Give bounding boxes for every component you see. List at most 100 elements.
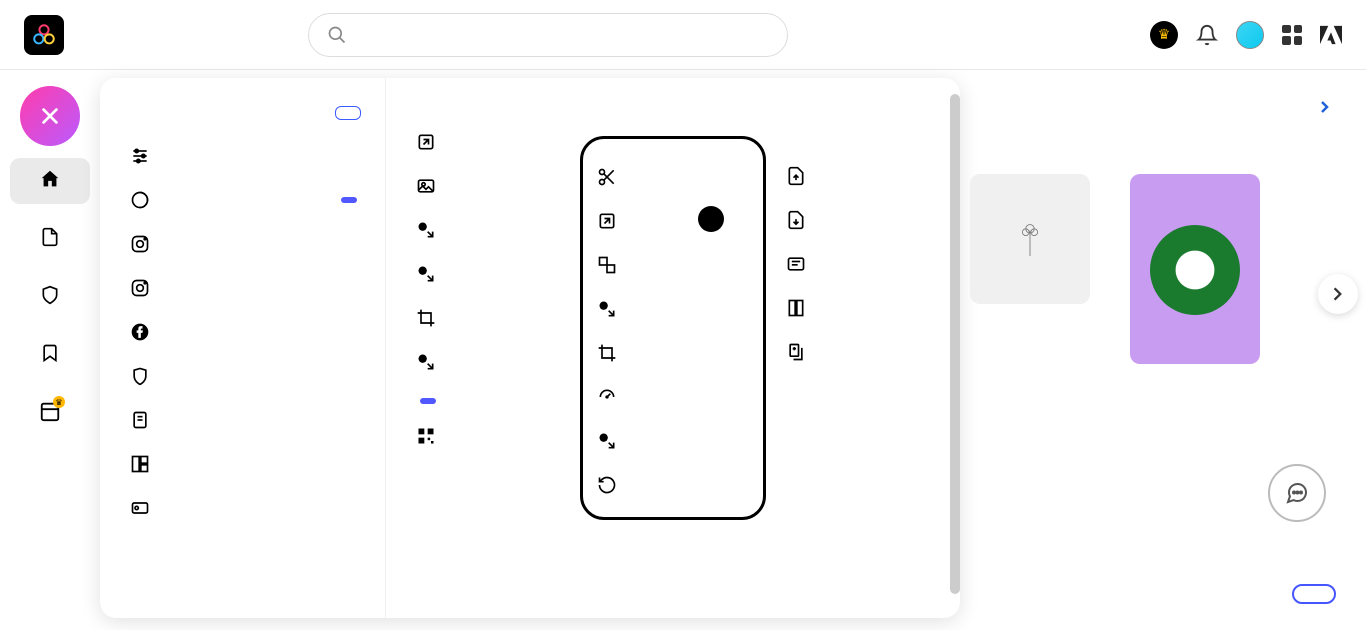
qa-edit-text-images[interactable] [780,242,936,286]
qa-change-speed[interactable] [591,375,755,419]
qa-reverse-video[interactable] [591,463,755,507]
pdf-icon [784,208,808,232]
crop-icon [414,306,438,330]
feedback-button[interactable] [1268,464,1326,522]
get-started-button[interactable] [1292,584,1336,604]
qa-organize-pages[interactable] [780,286,936,330]
adobe-icon[interactable] [1320,25,1342,45]
new-badge [341,197,357,203]
qa-convert-mp4[interactable] [591,419,755,463]
search-bar[interactable] [308,13,788,57]
page-icon [128,408,152,432]
shield-icon [40,284,60,306]
browse-section [970,100,1354,378]
item-logo[interactable] [124,354,361,398]
close-button[interactable] [20,86,80,146]
resize-icon [595,209,619,233]
flyer-thumbnail [1130,174,1260,364]
item-flyer[interactable] [124,398,361,442]
image-icon [414,174,438,198]
speed-icon [595,385,619,409]
qa-merge-videos[interactable] [591,243,755,287]
facebook-icon [128,320,152,344]
qr-icon [414,424,438,448]
qa-convert-gif[interactable] [591,287,755,331]
close-icon [39,105,61,127]
qa-convert-png[interactable] [410,252,580,296]
qa-resize-video[interactable] [591,199,755,243]
qa-combine-files[interactable] [780,330,936,374]
notifications-icon[interactable] [1196,24,1218,46]
nav-schedule[interactable]: ♛ [10,390,90,436]
resize-icon [414,130,438,154]
file-icon [40,226,60,248]
sliders-icon [128,144,152,168]
qa-resize-image[interactable] [410,120,580,164]
view-all-button[interactable] [335,106,361,120]
carousel-next-button[interactable] [1318,274,1358,314]
premium-badge-icon[interactable]: ♛ [1150,21,1178,49]
convert-icon [595,297,619,321]
item-from-templates[interactable] [124,178,361,222]
item-facebook-post[interactable] [124,310,361,354]
search-icon [327,25,347,45]
user-avatar[interactable] [1236,21,1264,49]
qa-convert-jpg[interactable] [410,208,580,252]
qa-convert-svg[interactable] [410,340,580,384]
qa-crop-image[interactable] [410,296,580,340]
apps-grid-icon[interactable] [1282,25,1302,45]
reverse-icon [595,473,619,497]
nav-projects[interactable] [10,216,90,262]
card-icon [128,496,152,520]
left-sidebar: ♛ [0,70,100,436]
instagram-icon [128,276,152,300]
item-collage[interactable] [124,442,361,486]
adobe-express-logo-icon [31,22,57,48]
instagram-icon [128,232,152,256]
qa-trim-video[interactable] [591,155,755,199]
nav-libraries[interactable] [10,332,90,378]
collage-icon [128,452,152,476]
bowl-graphic [1150,225,1240,315]
item-instagram-post[interactable] [124,266,361,310]
nav-home[interactable] [10,158,90,204]
organize-icon [784,296,808,320]
logo-thumbnail [970,174,1090,304]
qa-remove-bg[interactable] [410,164,580,208]
item-card[interactable] [124,486,361,530]
view-all-link[interactable] [970,100,1330,114]
convert-icon [414,350,438,374]
app-logo[interactable] [24,15,64,55]
item-custom-size[interactable] [124,134,361,178]
chat-icon [1284,481,1310,505]
qr-heading [410,398,580,404]
convert-icon [595,429,619,453]
flower-icon [1015,222,1045,256]
annotation-dot [698,206,724,232]
calendar-icon: ♛ [39,400,61,422]
item-instagram-story[interactable] [124,222,361,266]
home-icon [39,168,61,190]
qa-convert-from-pdf[interactable] [780,198,936,242]
qa-generate-qr[interactable] [410,414,580,458]
convert-icon [414,218,438,242]
templates-icon [128,188,152,212]
qa-convert-to-pdf[interactable] [780,154,936,198]
qa-crop-video[interactable] [591,331,755,375]
merge-icon [595,253,619,277]
chevron-right-icon [1320,100,1330,114]
card-logo[interactable] [970,174,1090,318]
edit-icon [784,252,808,276]
card-flyer[interactable] [1130,174,1260,378]
panel-scrollbar[interactable] [950,94,960,594]
crop-icon [595,341,619,365]
search-input[interactable] [359,26,769,44]
video-highlight-box [580,136,766,520]
shield-icon [128,364,152,388]
bookmark-icon [40,342,60,364]
nav-brands[interactable] [10,274,90,320]
pdf-icon [784,164,808,188]
chevron-right-icon [1332,286,1344,302]
cut-icon [595,165,619,189]
combine-icon [784,340,808,364]
